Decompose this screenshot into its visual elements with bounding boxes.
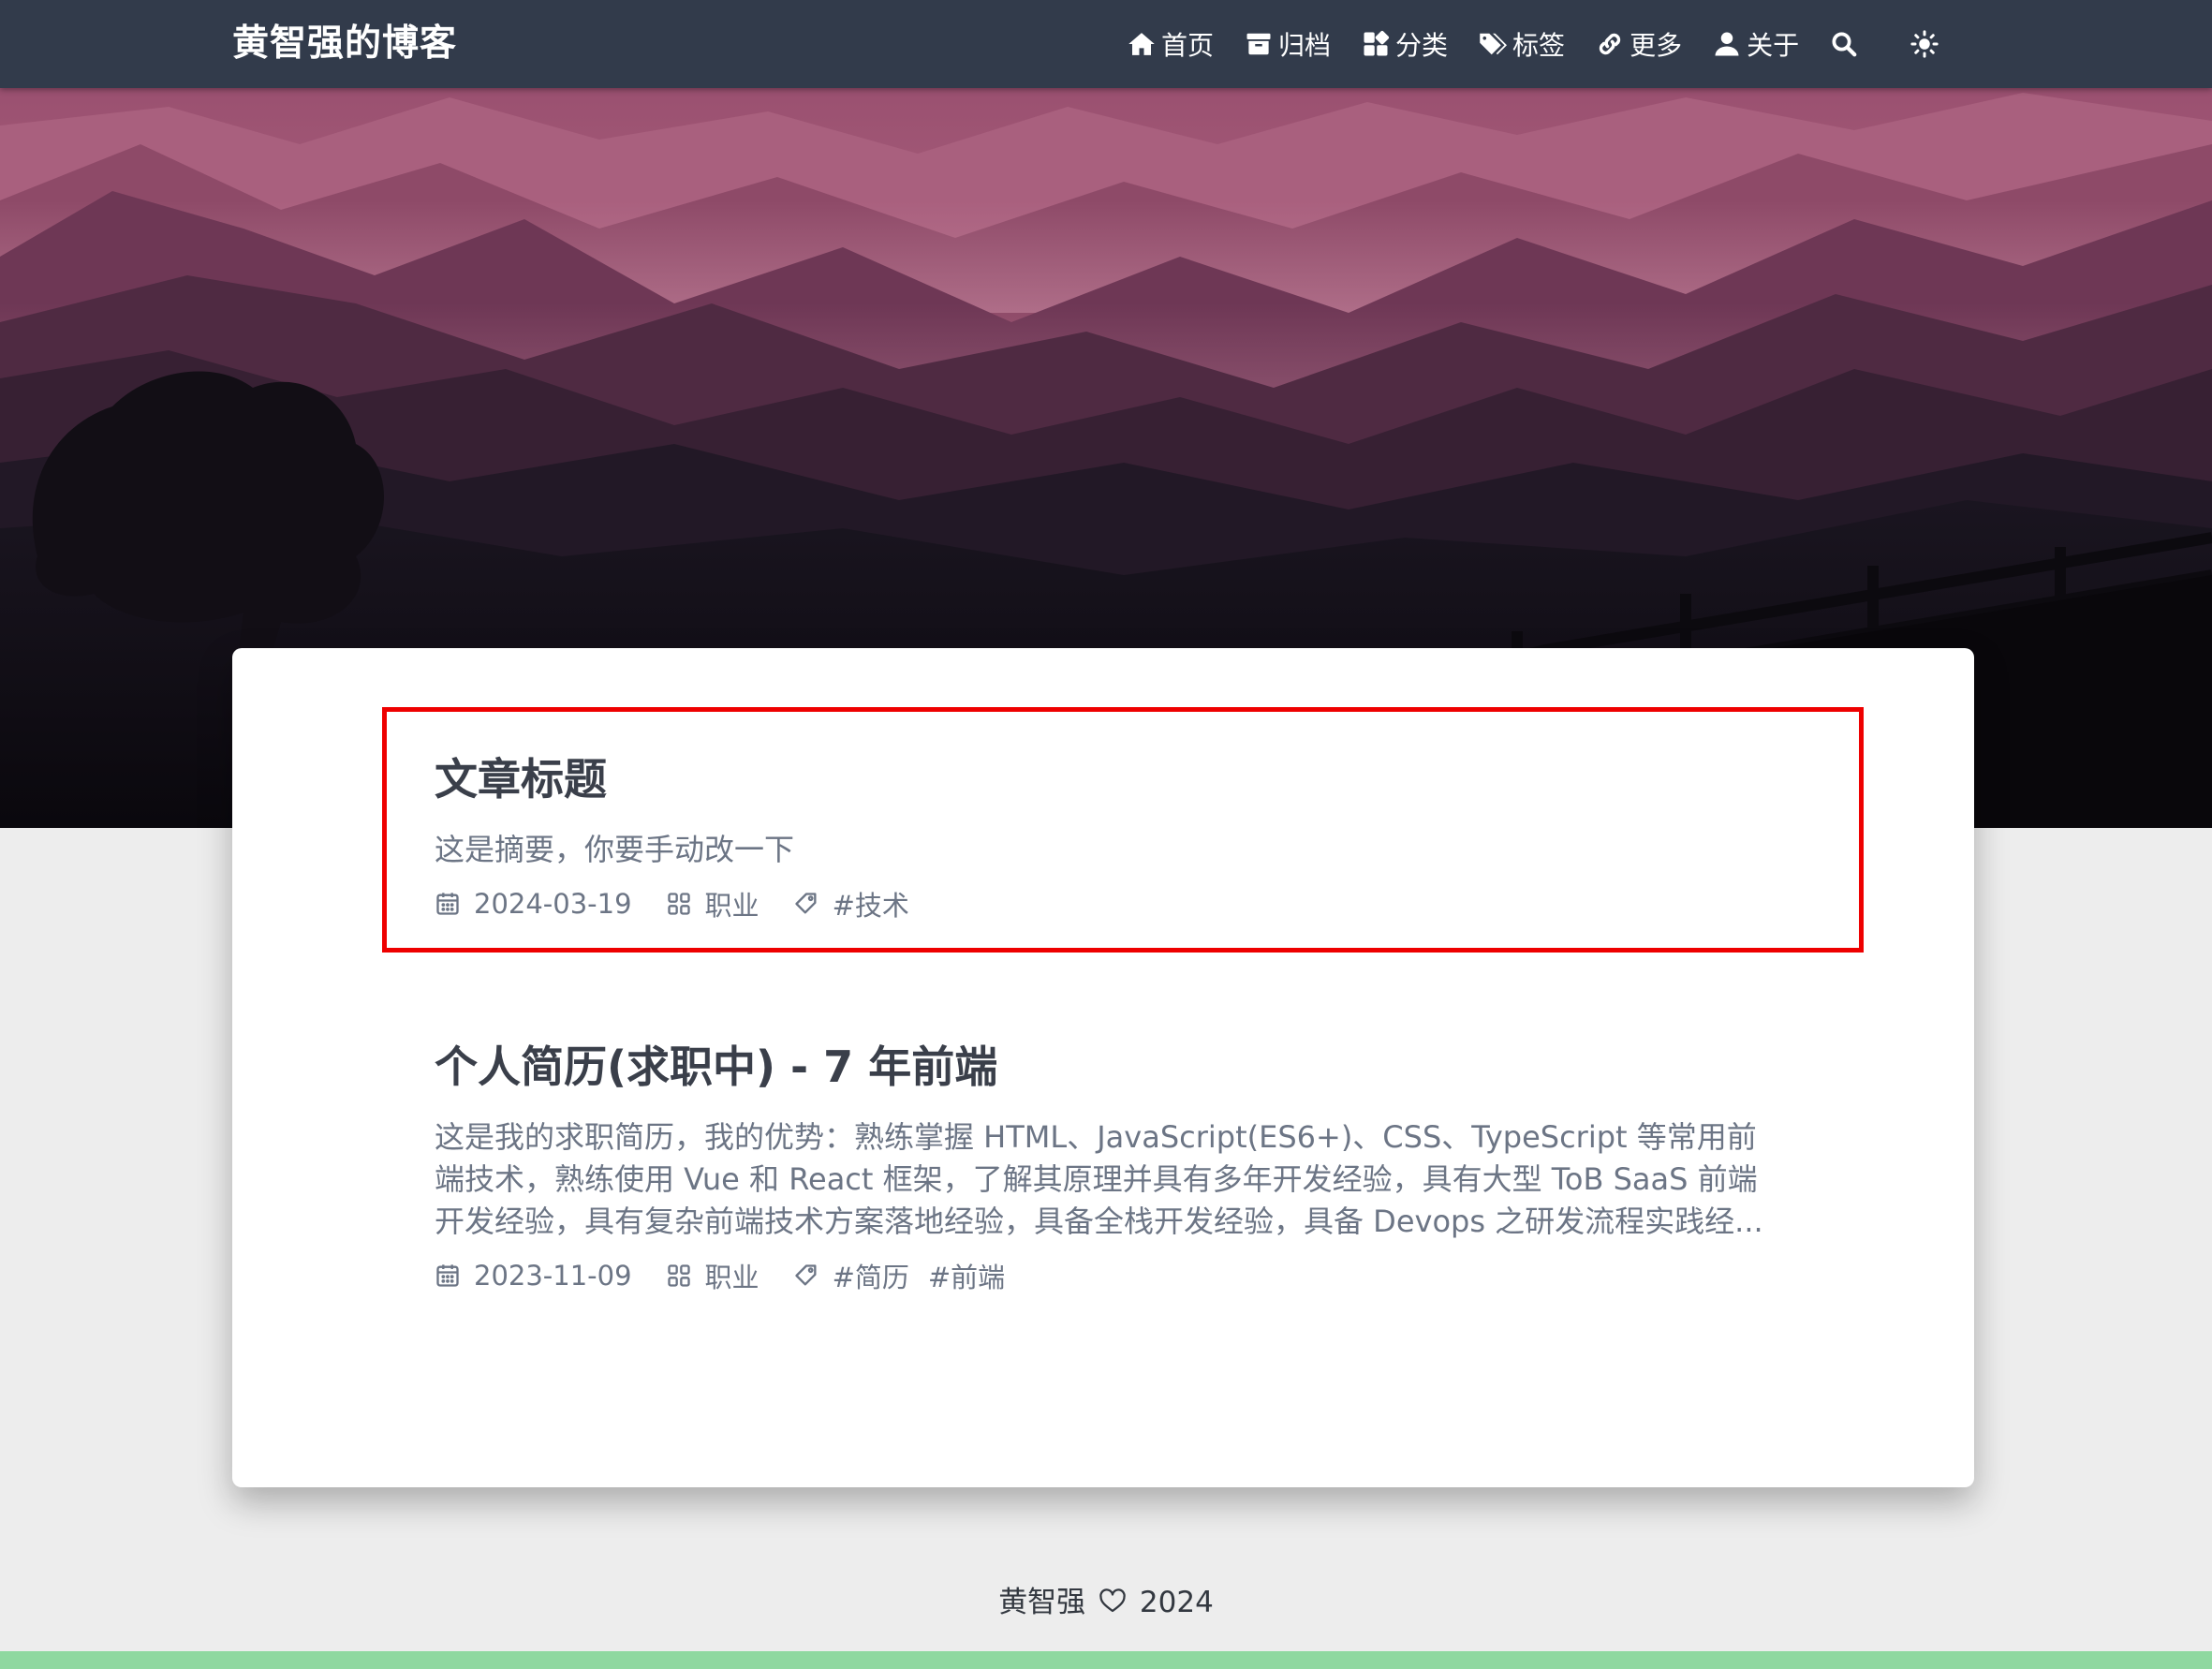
post-title[interactable]: 文章标题	[435, 754, 1783, 805]
post-summary: 这是摘要，你要手动改一下	[435, 832, 795, 868]
category-icon	[667, 893, 690, 915]
post-tags: #简历 #前端	[793, 1256, 1025, 1295]
post-tags: #技术	[793, 884, 928, 923]
nav-item-tags[interactable]: 标签	[1479, 25, 1565, 63]
post-category-link[interactable]: 职业	[705, 1256, 759, 1295]
post-summary: 这是我的求职简历，我的优势：熟练掌握 HTML、JavaScript(ES6+)…	[435, 1119, 1763, 1240]
post-category: 职业	[666, 1256, 759, 1295]
footer-year: 2024	[1139, 1586, 1214, 1619]
home-icon	[1128, 33, 1155, 55]
bottom-strip	[0, 1651, 2212, 1669]
top-navbar: 黄智强的博客 首页 归档 分类 标签 更多 关于	[0, 0, 2212, 88]
nav-item-label: 归档	[1278, 30, 1332, 61]
post-category-link[interactable]: 职业	[705, 884, 759, 923]
tag-icon	[794, 1264, 817, 1286]
post-date-text: 2023-11-09	[474, 1260, 632, 1292]
calendar-icon	[436, 893, 459, 915]
nav-item-label: 分类	[1395, 30, 1449, 61]
heart-icon	[1099, 1588, 1126, 1613]
post-list-card: 文章标题 这是摘要，你要手动改一下 2024-03-19 职业 #技术 个人简历…	[232, 648, 1974, 1487]
post-tag-link[interactable]: #简历	[833, 1256, 909, 1295]
categories-icon	[1364, 30, 1390, 56]
tags-icon	[1480, 33, 1508, 55]
sun-icon	[1910, 30, 1939, 58]
category-icon	[667, 1264, 690, 1287]
user-icon	[1715, 32, 1739, 56]
link-icon	[1599, 33, 1621, 55]
post-date: 2023-11-09	[435, 1260, 632, 1292]
nav-item-label: 首页	[1161, 30, 1215, 61]
nav-item-archive[interactable]: 归档	[1245, 25, 1331, 63]
nav-item-label: 关于	[1747, 30, 1800, 61]
post-meta: 2023-11-09 职业 #简历 #前端	[435, 1256, 1783, 1295]
search-icon	[1832, 32, 1857, 57]
site-brand[interactable]: 黄智强的博客	[232, 0, 457, 88]
main-nav: 首页 归档 分类 标签 更多 关于	[1128, 0, 1991, 88]
nav-item-home[interactable]: 首页	[1128, 25, 1214, 63]
nav-item-more[interactable]: 更多	[1596, 25, 1682, 63]
search-button[interactable]	[1830, 30, 1858, 58]
nav-item-about[interactable]: 关于	[1713, 25, 1799, 63]
archive-icon	[1246, 33, 1271, 55]
post-date-text: 2024-03-19	[474, 888, 632, 921]
tag-icon	[794, 893, 817, 914]
nav-item-label: 标签	[1512, 30, 1566, 61]
calendar-icon	[436, 1264, 459, 1287]
post-meta: 2024-03-19 职业 #技术	[435, 884, 1783, 923]
footer-author: 黄智强	[998, 1586, 1086, 1619]
post-category: 职业	[666, 884, 759, 923]
post-item: 个人简历(求职中) - 7 年前端 这是我的求职简历，我的优势：熟练掌握 HTM…	[435, 1041, 1783, 1295]
footer: 黄智强 2024	[0, 1578, 2212, 1620]
post-date: 2024-03-19	[435, 888, 632, 920]
post-tag-link[interactable]: #前端	[928, 1256, 1005, 1295]
theme-toggle[interactable]	[1910, 30, 1939, 58]
post-tag-link[interactable]: #技术	[833, 884, 909, 923]
nav-item-label: 更多	[1630, 30, 1683, 61]
post-item: 文章标题 这是摘要，你要手动改一下 2024-03-19 职业 #技术	[435, 754, 1783, 923]
nav-item-categories[interactable]: 分类	[1362, 25, 1448, 63]
post-title[interactable]: 个人简历(求职中) - 7 年前端	[435, 1041, 1783, 1093]
